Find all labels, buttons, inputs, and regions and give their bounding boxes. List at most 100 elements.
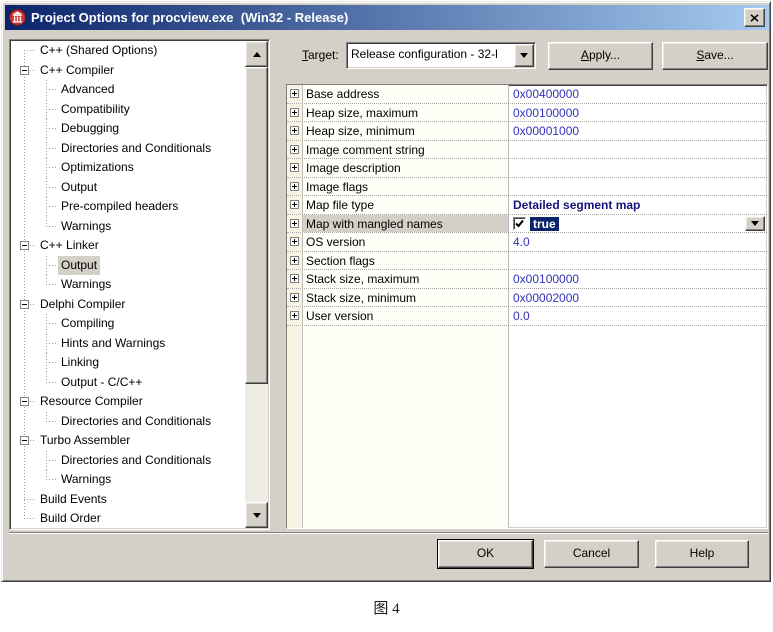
property-row-gutter	[287, 233, 303, 251]
ok-button[interactable]: OK	[438, 540, 533, 568]
combo-dropdown-button[interactable]	[514, 44, 534, 67]
property-name: Image flags	[303, 178, 509, 196]
property-row[interactable]: User version0.0	[287, 307, 767, 326]
tree-item[interactable]: Optimizations	[11, 158, 245, 178]
property-row[interactable]: Stack size, maximum0x00100000	[287, 270, 767, 289]
property-row[interactable]: OS version4.0	[287, 233, 767, 252]
expand-toggle-icon[interactable]	[290, 219, 299, 228]
expand-toggle-icon[interactable]	[290, 237, 299, 246]
expand-toggle-icon[interactable]	[290, 108, 299, 117]
tree-item[interactable]: Output - C/C++	[11, 373, 245, 393]
tree-connector-stub	[24, 499, 35, 500]
expand-toggle-icon[interactable]	[290, 311, 299, 320]
checkbox[interactable]	[513, 217, 526, 230]
expand-toggle-icon[interactable]	[290, 256, 299, 265]
property-value[interactable]: 0.0	[509, 307, 767, 325]
property-value[interactable]: 0x00100000	[509, 104, 767, 122]
collapse-toggle-icon[interactable]	[20, 66, 29, 75]
tree-item[interactable]: Delphi Compiler	[11, 295, 245, 315]
tree-connector-stub	[46, 421, 56, 422]
tree-connector-stub	[46, 167, 56, 168]
tree-item[interactable]: Resource Compiler	[11, 392, 245, 412]
property-row[interactable]: Image description	[287, 159, 767, 178]
tree-item[interactable]: Warnings	[11, 275, 245, 295]
property-value[interactable]: 0x00002000	[509, 289, 767, 307]
tree-item[interactable]: C++ Compiler	[11, 61, 245, 81]
help-button[interactable]: Help	[655, 540, 749, 568]
collapse-toggle-icon[interactable]	[20, 300, 29, 309]
tree-item[interactable]: Directories and Conditionals	[11, 451, 245, 471]
apply-button[interactable]: Apply...	[548, 42, 653, 70]
property-row[interactable]: Section flags	[287, 252, 767, 271]
property-row[interactable]: Heap size, maximum0x00100000	[287, 104, 767, 123]
property-row[interactable]: Image flags	[287, 178, 767, 197]
triangle-down-icon	[751, 221, 759, 226]
property-name: Base address	[303, 85, 509, 103]
tree-item[interactable]: Compiling	[11, 314, 245, 334]
tree-item[interactable]: Hints and Warnings	[11, 334, 245, 354]
property-value[interactable]: 0x00100000	[509, 270, 767, 288]
tree-scrollbar[interactable]	[245, 41, 268, 528]
tree-item[interactable]: Advanced	[11, 80, 245, 100]
expand-toggle-icon[interactable]	[290, 274, 299, 283]
property-row-gutter	[287, 104, 303, 122]
tree-item[interactable]: Turbo Assembler	[11, 431, 245, 451]
close-button[interactable]	[744, 8, 765, 27]
property-row[interactable]: Map with mangled namestrue	[287, 215, 767, 234]
scroll-down-button[interactable]	[245, 502, 268, 528]
property-row[interactable]: Stack size, minimum0x00002000	[287, 289, 767, 308]
property-value[interactable]	[509, 178, 767, 196]
property-value[interactable]: 0x00400000	[509, 85, 767, 103]
tree-item[interactable]: Warnings	[11, 217, 245, 237]
collapse-toggle-icon[interactable]	[20, 397, 29, 406]
property-value[interactable]: 0x00001000	[509, 122, 767, 140]
property-value[interactable]	[509, 159, 767, 177]
tree-item[interactable]: Build Order	[11, 509, 245, 528]
tree-item[interactable]: Debugging	[11, 119, 245, 139]
value-dropdown-button[interactable]	[745, 216, 765, 231]
property-value[interactable]: Detailed segment map	[509, 196, 767, 214]
expand-toggle-icon[interactable]	[290, 182, 299, 191]
tree-item[interactable]: Linking	[11, 353, 245, 373]
property-row[interactable]: Map file typeDetailed segment map	[287, 196, 767, 215]
cancel-button[interactable]: Cancel	[544, 540, 639, 568]
collapse-toggle-icon[interactable]	[20, 241, 29, 250]
tree-item[interactable]: Directories and Conditionals	[11, 412, 245, 432]
tree-item[interactable]: Compatibility	[11, 100, 245, 120]
property-value[interactable]: 4.0	[509, 233, 767, 251]
tree-item[interactable]: C++ Linker	[11, 236, 245, 256]
collapse-toggle-icon[interactable]	[20, 436, 29, 445]
property-row[interactable]: Base address0x00400000	[287, 85, 767, 104]
tree-item[interactable]: Pre-compiled headers	[11, 197, 245, 217]
property-name: Map with mangled names	[303, 215, 509, 233]
save-button[interactable]: Save...	[662, 42, 768, 70]
tree-item-label: Build Events	[37, 490, 110, 510]
property-row[interactable]: Image comment string	[287, 141, 767, 160]
title-bar[interactable]: Project Options for procview.exe (Win32 …	[5, 5, 769, 30]
property-row[interactable]: Heap size, minimum0x00001000	[287, 122, 767, 141]
expand-toggle-icon[interactable]	[290, 200, 299, 209]
scroll-up-button[interactable]	[245, 41, 268, 67]
tree-item[interactable]: Output	[11, 178, 245, 198]
scrollbar-thumb[interactable]	[245, 67, 268, 384]
tree-item[interactable]: Directories and Conditionals	[11, 139, 245, 159]
expand-toggle-icon[interactable]	[290, 89, 299, 98]
tree-item-label: Directories and Conditionals	[58, 451, 214, 471]
property-value[interactable]	[509, 252, 767, 270]
expand-toggle-icon[interactable]	[290, 126, 299, 135]
property-value[interactable]: true	[509, 215, 767, 233]
tree-item[interactable]: C++ (Shared Options)	[11, 41, 245, 61]
tree-item[interactable]: Warnings	[11, 470, 245, 490]
property-value[interactable]	[509, 141, 767, 159]
tree-item[interactable]: Output	[11, 256, 245, 276]
tree-connector-stub	[46, 206, 56, 207]
expand-toggle-icon[interactable]	[290, 163, 299, 172]
expand-toggle-icon[interactable]	[290, 145, 299, 154]
target-combobox[interactable]: Release configuration - 32-l	[346, 42, 536, 69]
property-row-gutter	[287, 178, 303, 196]
tree-item[interactable]: Build Events	[11, 490, 245, 510]
tree-connector-stub	[46, 284, 56, 285]
tree-item-label: Compatibility	[58, 100, 133, 120]
tree-item-label: Resource Compiler	[37, 392, 146, 412]
expand-toggle-icon[interactable]	[290, 293, 299, 302]
